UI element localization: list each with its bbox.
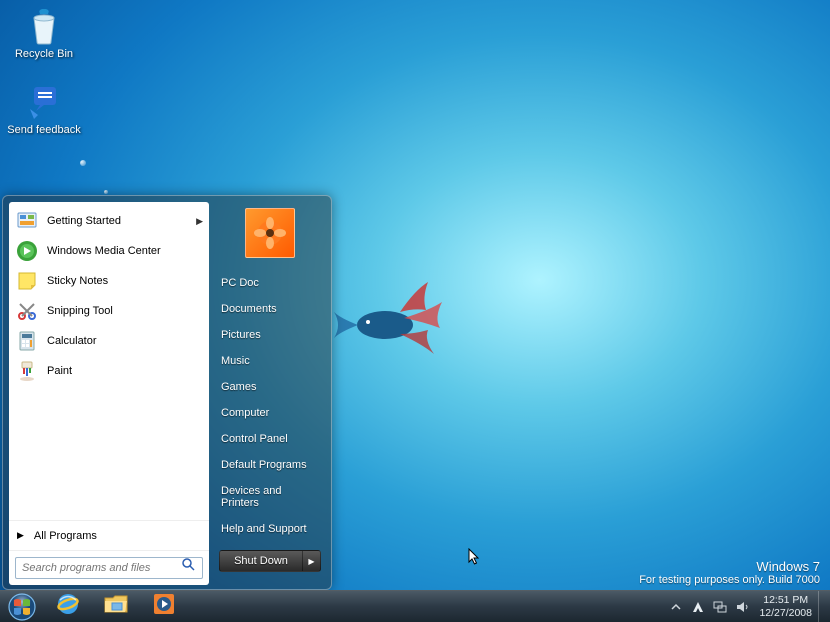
taskbar-pin-media-player[interactable] <box>141 593 187 621</box>
taskbar-pin-explorer[interactable] <box>93 593 139 621</box>
program-label: Snipping Tool <box>47 305 113 317</box>
start-menu-left-pane: Getting Started ▶ Windows Media Center S… <box>9 202 209 585</box>
right-link-control-panel[interactable]: Control Panel <box>213 426 327 452</box>
taskbar: 12:51 PM 12/27/2008 <box>0 590 830 622</box>
program-snipping-tool[interactable]: Snipping Tool <box>9 296 209 326</box>
windows-media-center-icon <box>15 239 39 263</box>
recycle-bin-icon <box>23 4 65 46</box>
sticky-notes-icon <box>15 269 39 293</box>
snipping-tool-icon <box>15 299 39 323</box>
watermark: Windows 7 For testing purposes only. Bui… <box>639 559 820 586</box>
right-link-default-programs[interactable]: Default Programs <box>213 452 327 478</box>
submenu-arrow-icon: ▶ <box>196 216 203 227</box>
taskbar-clock[interactable]: 12:51 PM 12/27/2008 <box>753 594 818 620</box>
send-feedback-icon <box>23 80 65 122</box>
network-icon[interactable] <box>711 598 729 616</box>
right-link-games[interactable]: Games <box>213 374 327 400</box>
media-player-icon <box>152 592 176 621</box>
right-link-help-and-support[interactable]: Help and Support <box>213 516 327 542</box>
right-link-pc-doc[interactable]: PC Doc <box>213 270 327 296</box>
search-icon <box>181 557 195 574</box>
right-link-documents[interactable]: Documents <box>213 296 327 322</box>
program-paint[interactable]: Paint <box>9 356 209 386</box>
right-link-devices-and-printers[interactable]: Devices and Printers <box>213 478 327 516</box>
mouse-cursor <box>468 548 480 566</box>
getting-started-icon <box>15 209 39 233</box>
internet-explorer-icon <box>55 591 81 622</box>
program-windows-media-center[interactable]: Windows Media Center <box>9 236 209 266</box>
program-label: Paint <box>47 365 72 377</box>
right-link-music[interactable]: Music <box>213 348 327 374</box>
paint-icon <box>15 359 39 383</box>
action-center-icon[interactable] <box>689 598 707 616</box>
shutdown-button[interactable]: Shut Down ▶ <box>219 550 321 572</box>
program-label: Windows Media Center <box>47 245 161 257</box>
desktop-icon-recycle-bin[interactable]: Recycle Bin <box>6 4 82 61</box>
start-button[interactable] <box>0 591 44 622</box>
volume-icon[interactable] <box>733 598 751 616</box>
all-programs-button[interactable]: ▶ All Programs <box>9 520 209 550</box>
right-link-computer[interactable]: Computer <box>213 400 327 426</box>
desktop-icon-send-feedback[interactable]: Send feedback <box>6 80 82 137</box>
start-menu-program-list: Getting Started ▶ Windows Media Center S… <box>9 202 209 520</box>
program-getting-started[interactable]: Getting Started ▶ <box>9 206 209 236</box>
folder-icon <box>103 593 129 620</box>
start-menu-right-pane: PC Doc Documents Pictures Music Games Co… <box>213 202 327 585</box>
user-picture[interactable] <box>245 208 295 258</box>
program-label: Calculator <box>47 335 97 347</box>
show-desktop-button[interactable] <box>818 591 828 622</box>
search-input[interactable] <box>15 557 203 579</box>
taskbar-pin-internet-explorer[interactable] <box>45 593 91 621</box>
tray-up-arrow-icon[interactable] <box>667 598 685 616</box>
program-label: Getting Started <box>47 215 121 227</box>
all-programs-arrow-icon: ▶ <box>17 530 24 541</box>
right-link-pictures[interactable]: Pictures <box>213 322 327 348</box>
calculator-icon <box>15 329 39 353</box>
program-label: Sticky Notes <box>47 275 108 287</box>
shutdown-options-arrow-icon[interactable]: ▶ <box>302 551 320 571</box>
program-calculator[interactable]: Calculator <box>9 326 209 356</box>
start-menu: Getting Started ▶ Windows Media Center S… <box>2 195 332 590</box>
program-sticky-notes[interactable]: Sticky Notes <box>9 266 209 296</box>
system-tray: 12:51 PM 12/27/2008 <box>665 591 830 622</box>
